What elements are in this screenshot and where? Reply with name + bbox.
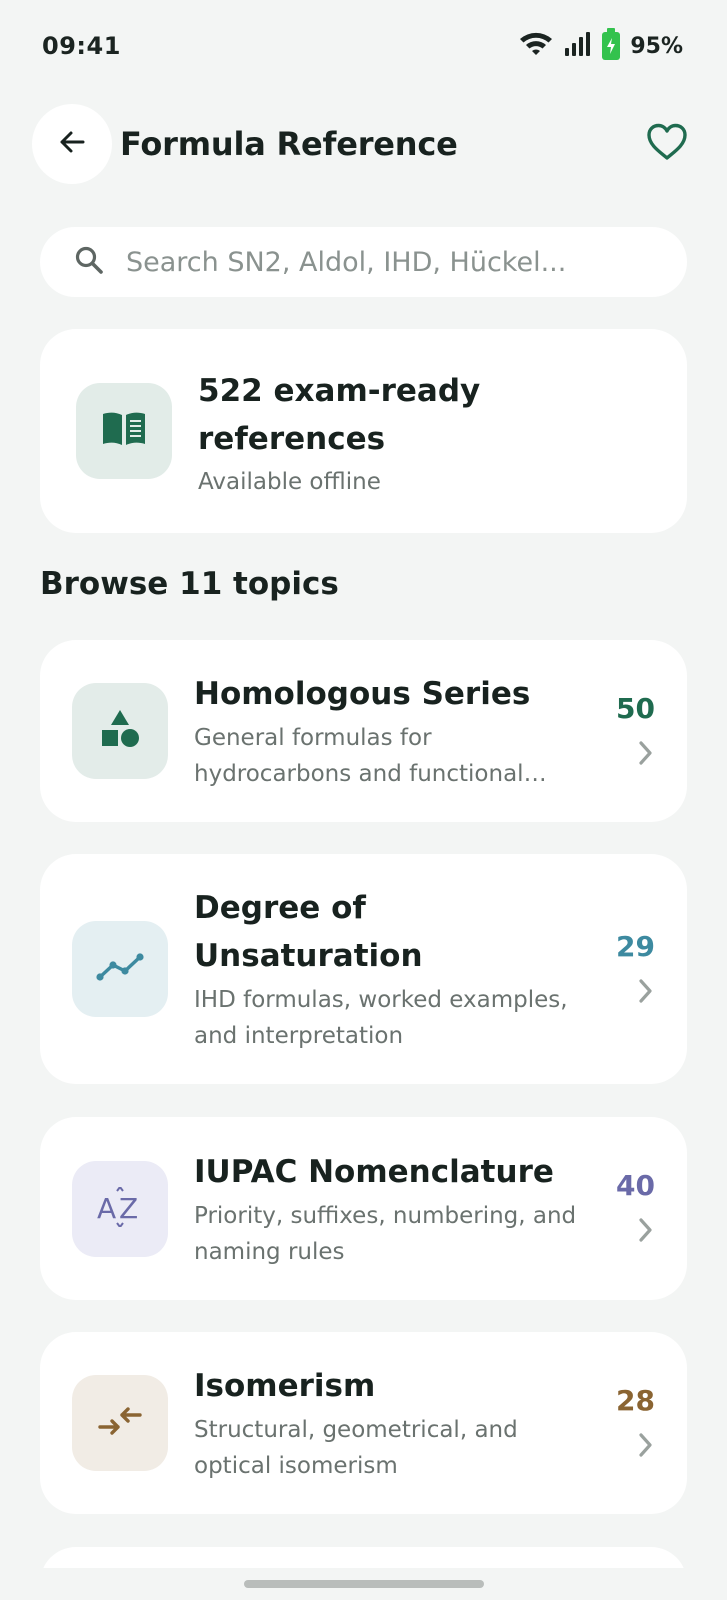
- battery-percentage: 95%: [630, 33, 683, 59]
- topic-card-homologous-series[interactable]: Homologous Series General formulas for h…: [40, 640, 687, 822]
- topic-title: IUPAC Nomenclature: [194, 1153, 554, 1190]
- topic-description: Priority, suffixes, numbering, and namin…: [194, 1202, 577, 1265]
- status-time: 09:41: [42, 32, 121, 60]
- heart-icon: [646, 123, 688, 165]
- sort-az-icon: A Z: [97, 1184, 143, 1231]
- topic-count: 28: [616, 1383, 655, 1417]
- svg-text:Z: Z: [119, 1192, 138, 1225]
- topic-body: Isomerism Structural, geometrical, and o…: [194, 1362, 595, 1484]
- trend-line-icon: [96, 952, 144, 986]
- topic-meta: 40: [595, 1117, 655, 1300]
- topic-card-isomerism[interactable]: Isomerism Structural, geometrical, and o…: [40, 1332, 687, 1514]
- topic-count: 50: [616, 691, 655, 725]
- summary-icon-container: [76, 383, 172, 479]
- topic-icon-container: A Z: [72, 1160, 168, 1257]
- topic-icon-container: [72, 1375, 168, 1471]
- arrow-left-icon: [57, 127, 87, 161]
- topic-card-iupac-nomenclature[interactable]: A Z IUPAC Nomenclature Priority, suffixe…: [40, 1117, 687, 1300]
- wifi-icon: [518, 30, 554, 62]
- page-title: Formula Reference: [120, 125, 458, 163]
- svg-text:A: A: [97, 1192, 116, 1225]
- topic-body: Degree of Unsaturation IHD formulas, wor…: [194, 884, 595, 1054]
- topic-meta: 29: [595, 854, 655, 1084]
- app-header: Formula Reference: [0, 104, 727, 184]
- signal-icon: [564, 31, 592, 61]
- home-indicator[interactable]: [244, 1580, 484, 1588]
- chevron-right-icon: [635, 1431, 655, 1463]
- topic-title: Degree of Unsaturation: [194, 890, 423, 974]
- summary-text: 522 exam-ready references Available offl…: [198, 367, 538, 495]
- browse-heading: Browse 11 topics: [40, 566, 339, 602]
- back-button[interactable]: [32, 104, 112, 184]
- status-icons: 95%: [518, 28, 683, 62]
- topic-title: Isomerism: [194, 1368, 376, 1404]
- summary-card: 522 exam-ready references Available offl…: [40, 329, 687, 533]
- search-icon: [74, 245, 104, 279]
- topic-meta: 50: [595, 640, 655, 822]
- chevron-right-icon: [635, 977, 655, 1009]
- topic-description: IHD formulas, worked examples, and inter…: [194, 987, 568, 1049]
- topic-icon-container: [72, 921, 168, 1017]
- topic-description: Structural, geometrical, and optical iso…: [194, 1417, 518, 1479]
- topic-meta: 28: [595, 1332, 655, 1514]
- topic-description: General formulas for hydrocarbons and fu…: [194, 725, 524, 787]
- topic-count: 29: [616, 929, 655, 963]
- status-bar: 09:41 95%: [0, 0, 727, 92]
- chevron-right-icon: [635, 739, 655, 771]
- topic-body: Homologous Series General formulas for h…: [194, 670, 595, 792]
- summary-subtitle: Available offline: [198, 469, 381, 495]
- favorite-button[interactable]: [641, 118, 693, 170]
- battery-icon: [602, 28, 621, 60]
- topic-body: IUPAC Nomenclature Priority, suffixes, n…: [194, 1148, 595, 1270]
- topic-card-degree-of-unsaturation[interactable]: Degree of Unsaturation IHD formulas, wor…: [40, 854, 687, 1084]
- search-bar[interactable]: [40, 227, 687, 297]
- chevron-right-icon: [635, 1216, 655, 1248]
- topic-count: 40: [616, 1169, 655, 1202]
- summary-title: 522 exam-ready references: [198, 373, 481, 457]
- topic-icon-container: [72, 683, 168, 779]
- search-input[interactable]: [126, 246, 646, 278]
- topic-title: Homologous Series: [194, 676, 531, 712]
- swap-arrows-icon: [98, 1404, 142, 1442]
- shapes-icon: [99, 708, 141, 754]
- book-icon: [101, 411, 147, 451]
